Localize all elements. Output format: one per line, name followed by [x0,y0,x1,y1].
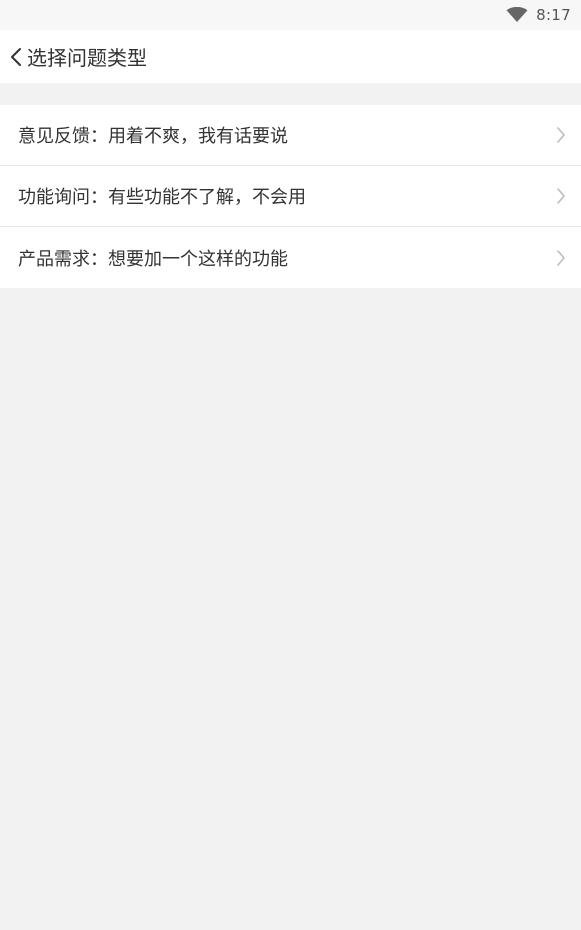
list-item-feedback[interactable]: 意见反馈：用着不爽，我有话要说 [0,105,581,166]
status-time: 8:17 [536,6,571,24]
wifi-icon [506,7,528,23]
list-item-inquiry[interactable]: 功能询问：有些功能不了解，不会用 [0,166,581,227]
back-button[interactable] [8,45,24,69]
page-title: 选择问题类型 [27,46,147,70]
chevron-left-icon [11,47,21,66]
list-item-requirement[interactable]: 产品需求：想要加一个这样的功能 [0,227,581,288]
title-bar: 选择问题类型 [0,30,581,83]
chevron-right-icon [555,248,567,268]
issue-type-list: 意见反馈：用着不爽，我有话要说 功能询问：有些功能不了解，不会用 产品需求：想要… [0,105,581,288]
chevron-right-icon [555,125,567,145]
list-item-label: 产品需求：想要加一个这样的功能 [18,248,288,270]
status-bar: 8:17 [0,0,581,30]
list-item-label: 意见反馈：用着不爽，我有话要说 [18,126,288,147]
section-gap [0,83,581,105]
chevron-right-icon [555,186,567,206]
list-item-label: 功能询问：有些功能不了解，不会用 [18,187,306,208]
